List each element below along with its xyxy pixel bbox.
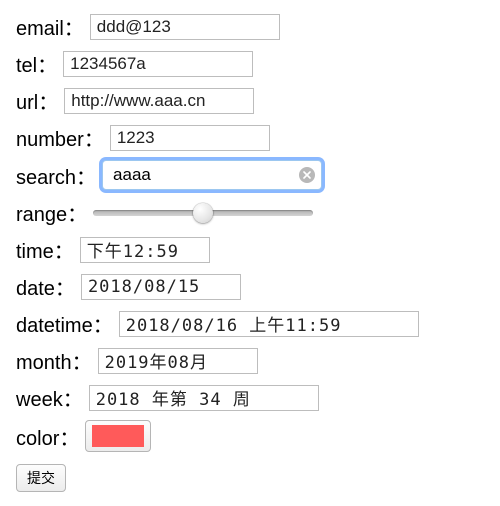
datetime-row: datetime： xyxy=(16,309,484,338)
week-input[interactable] xyxy=(89,385,319,411)
month-row: month： xyxy=(16,346,484,375)
email-row: email： xyxy=(16,12,484,41)
tel-label: tel： xyxy=(16,49,57,78)
number-label: number： xyxy=(16,123,104,152)
tel-row: tel： xyxy=(16,49,484,78)
range-thumb[interactable] xyxy=(193,203,213,223)
email-label: email： xyxy=(16,12,84,41)
week-label: week： xyxy=(16,383,83,412)
search-label: search： xyxy=(16,161,96,190)
range-label: range： xyxy=(16,198,87,227)
datetime-label: datetime： xyxy=(16,309,113,338)
datetime-input[interactable] xyxy=(119,311,419,337)
date-label: date： xyxy=(16,272,75,301)
color-input[interactable] xyxy=(85,420,151,452)
color-swatch xyxy=(92,425,144,447)
search-row: search： xyxy=(16,160,484,190)
url-input[interactable] xyxy=(64,88,254,114)
url-row: url： xyxy=(16,86,484,115)
date-input[interactable] xyxy=(81,274,241,300)
email-input[interactable] xyxy=(90,14,280,40)
color-row: color： xyxy=(16,420,484,452)
time-row: time： xyxy=(16,235,484,264)
time-label: time： xyxy=(16,235,74,264)
tel-input[interactable] xyxy=(63,51,253,77)
month-input[interactable] xyxy=(98,348,258,374)
search-field-wrap[interactable] xyxy=(102,160,322,190)
time-input[interactable] xyxy=(80,237,210,263)
week-row: week： xyxy=(16,383,484,412)
submit-button[interactable]: 提交 xyxy=(16,464,66,492)
range-slider[interactable] xyxy=(93,202,313,224)
number-row: number： xyxy=(16,123,484,152)
url-label: url： xyxy=(16,86,58,115)
range-row: range： xyxy=(16,198,484,227)
month-label: month： xyxy=(16,346,92,375)
clear-icon[interactable] xyxy=(299,167,315,183)
search-input[interactable] xyxy=(111,164,293,186)
color-label: color： xyxy=(16,422,79,451)
date-row: date： xyxy=(16,272,484,301)
number-input[interactable] xyxy=(110,125,270,151)
